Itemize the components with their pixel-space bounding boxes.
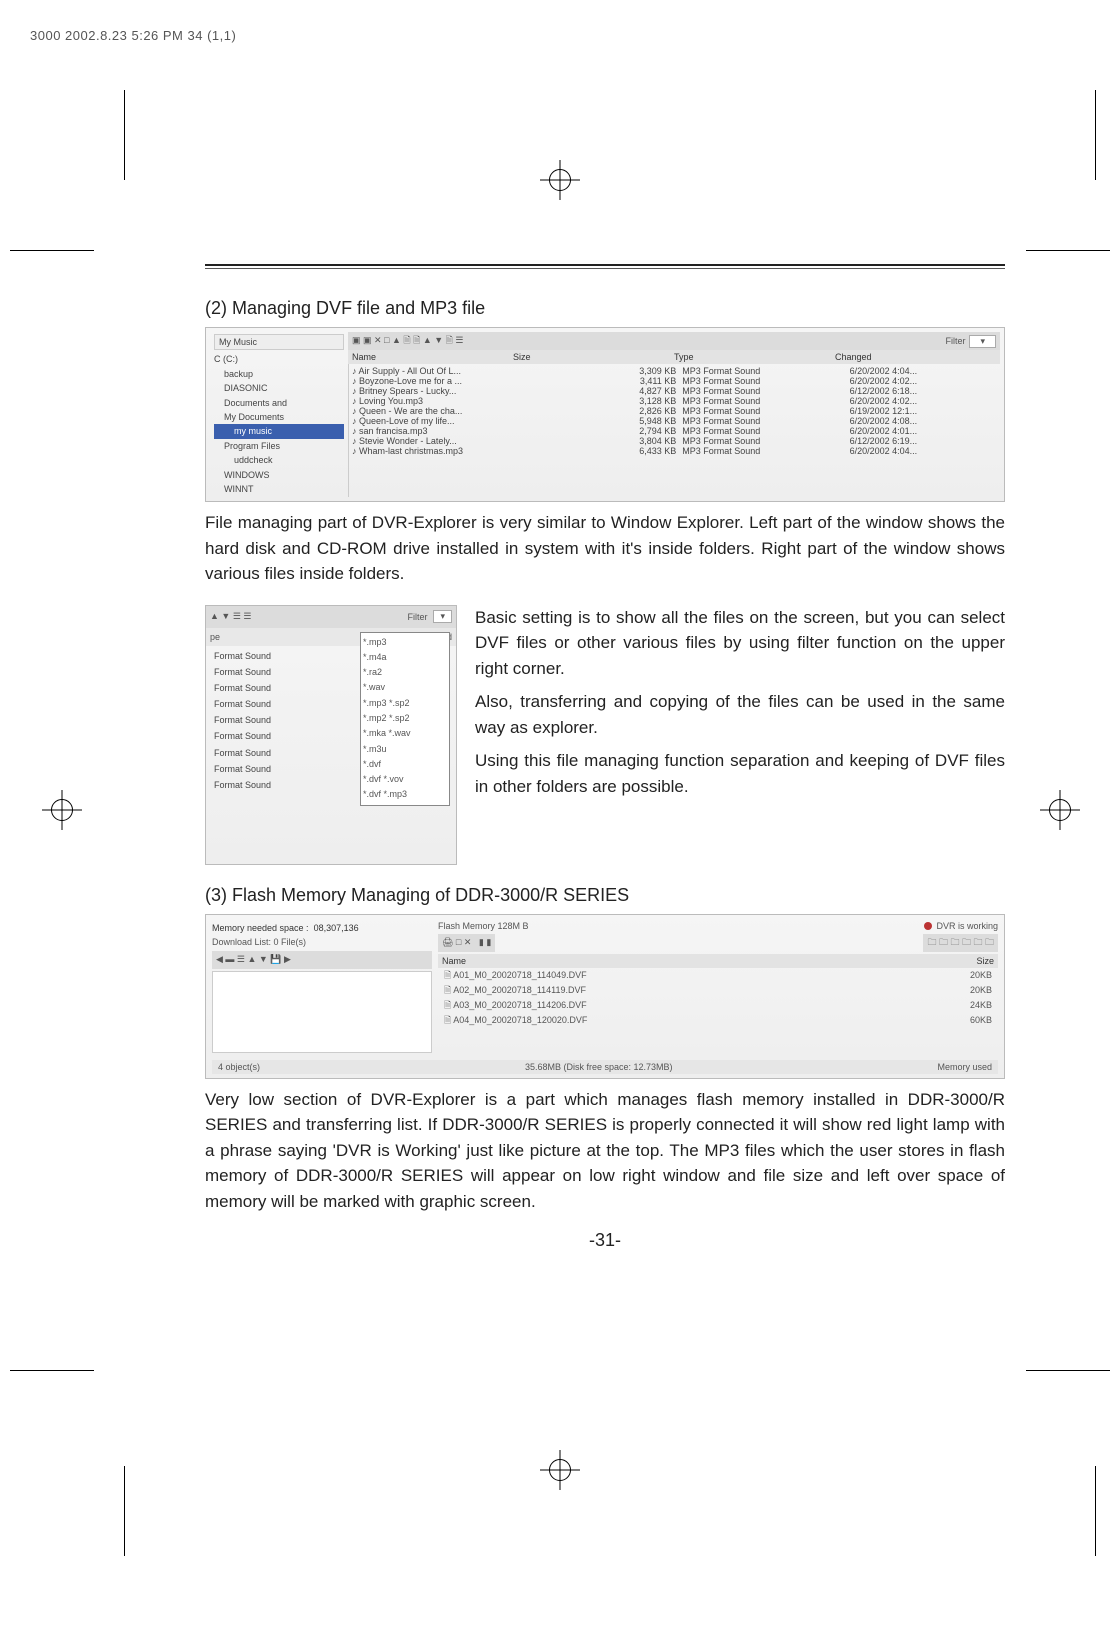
filter-option[interactable]: *.dvf (363, 757, 447, 772)
tree-root: C (C:) (214, 352, 344, 366)
filter-option[interactable]: *.mka *.wav (363, 726, 447, 741)
column-headers: Name Size (438, 954, 998, 968)
toolbar: ▣ ▣ ✕ □ ▲ 🗎 🗎 ▲ ▼ 🗎 ☰ Filter ▾ (348, 332, 1000, 350)
tree-item: Program Files (214, 439, 344, 453)
file-list: ▣ ▣ ✕ □ ▲ 🗎 🗎 ▲ ▼ 🗎 ☰ Filter ▾ Name Size… (348, 332, 1000, 497)
panel-title: Flash Memory 128M B (438, 921, 529, 931)
tree-item: Documents and (214, 396, 344, 410)
file-row: 🗎 A01_M0_20020718_114049.DVF20KB (438, 968, 998, 983)
body-paragraph: File managing part of DVR-Explorer is ve… (205, 510, 1005, 587)
horizontal-rule (205, 264, 1005, 266)
crop-mark (1026, 1370, 1110, 1371)
filter-label: Filter (945, 336, 965, 346)
status-bar: 4 object(s) 35.68MB (Disk free space: 12… (212, 1060, 998, 1074)
screenshot-filter: ▲ ▼ ☰ ☰ Filter ▾ pe Changed Format Sound… (205, 605, 457, 865)
mini-toolbar: ▲ ▼ ☰ ☰ Filter ▾ (206, 606, 456, 628)
body-paragraph: Also, transferring and copying of the fi… (475, 689, 1005, 740)
horizontal-rule (205, 268, 1005, 269)
registration-mark (1040, 790, 1080, 830)
file-row: ♪ san francisa.mp32,794 KBMP3 Format Sou… (348, 426, 1000, 436)
tree-item: uddcheck (214, 453, 344, 467)
label: Memory needed space : (212, 923, 309, 933)
dvr-status: DVR is working (924, 921, 998, 931)
tree-item: WINNT (214, 482, 344, 496)
object-count: 4 object(s) (218, 1062, 260, 1072)
tree-item-selected: my music (214, 424, 344, 438)
screenshot-flash-memory: Memory needed space : 08,307,136 Downloa… (205, 914, 1005, 1079)
disk-space: 35.68MB (Disk free space: 12.73MB) (525, 1062, 673, 1072)
filter-label: Filter (407, 612, 427, 622)
tree-item: WINDOWS (214, 468, 344, 482)
folder-buttons: 🗀 🗀 🗀 🗀 🗀 🗀 (923, 934, 998, 952)
file-row: ♪ Wham-last christmas.mp36,433 KBMP3 For… (348, 446, 1000, 456)
filter-option[interactable]: *.mp3 *.sp2 (363, 696, 447, 711)
page-number: -31- (205, 1230, 1005, 1251)
value: 08,307,136 (314, 923, 359, 933)
tree-item: My Documents (214, 410, 344, 424)
file-row: ♪ Loving You.mp33,128 KBMP3 Format Sound… (348, 396, 1000, 406)
file-row: ♪ Air Supply - All Out Of L...3,309 KBMP… (348, 366, 1000, 376)
crop-mark (124, 90, 125, 180)
filter-popup[interactable]: *.mp3*.m4a*.ra2*.wav*.mp3 *.sp2*.mp2 *.s… (360, 632, 450, 806)
column-headers: Name Size Type Changed (348, 350, 1000, 364)
crop-mark (124, 1466, 125, 1556)
crop-mark (1026, 250, 1110, 251)
filter-option[interactable]: *.m3u (363, 742, 447, 757)
crop-mark (10, 1370, 94, 1371)
crop-mark (1095, 1466, 1096, 1556)
folder-tree: My Music C (C:) backup DIASONIC Document… (210, 332, 349, 497)
filter-option[interactable]: *.mp3 (363, 635, 447, 650)
memory-used: Memory used (937, 1062, 992, 1072)
file-row: 🗎 A04_M0_20020718_120020.DVF60KB (438, 1013, 998, 1028)
tree-dropdown: My Music (214, 334, 344, 350)
filter-dropdown[interactable]: ▾ (969, 335, 996, 348)
file-row: ♪ Queen-Love of my life...5,948 KBMP3 Fo… (348, 416, 1000, 426)
tree-item: backup (214, 367, 344, 381)
file-row: 🗎 A03_M0_20020718_114206.DVF24KB (438, 998, 998, 1013)
crop-mark (10, 250, 94, 251)
mini-toolbar: 🖨 □ ✕ ▮ ▮ (438, 934, 495, 952)
filter-option[interactable]: *.mp2 *.sp2 (363, 711, 447, 726)
file-row: ♪ Stevie Wonder - Lately...3,804 KBMP3 F… (348, 436, 1000, 446)
filter-option[interactable]: *.ra2 (363, 665, 447, 680)
file-row: ♪ Boyzone-Love me for a ...3,411 KBMP3 F… (348, 376, 1000, 386)
section-title: (3) Flash Memory Managing of DDR-3000/R … (205, 885, 1005, 906)
filter-option[interactable]: *.m4a (363, 650, 447, 665)
section-title: (2) Managing DVF file and MP3 file (205, 298, 1005, 319)
tree-item: DIASONIC (214, 381, 344, 395)
file-row: 🗎 A02_M0_20020718_114119.DVF20KB (438, 983, 998, 998)
filter-option[interactable]: *.dvf *.vov (363, 772, 447, 787)
body-paragraph: Using this file managing function separa… (475, 748, 1005, 799)
registration-mark (540, 1450, 580, 1490)
print-header: 3000 2002.8.23 5:26 PM 34 (1,1) (30, 28, 236, 43)
screenshot-explorer: My Music C (C:) backup DIASONIC Document… (205, 327, 1005, 502)
body-paragraph: Basic setting is to show all the files o… (475, 605, 1005, 682)
filter-option[interactable]: *.dvf *.mp3 (363, 787, 447, 802)
filter-option[interactable]: *.wav (363, 680, 447, 695)
registration-mark (42, 790, 82, 830)
file-row: ♪ Queen - We are the cha...2,826 KBMP3 F… (348, 406, 1000, 416)
registration-mark (540, 160, 580, 200)
mini-toolbar: ◀ ▬ ☰ ▲ ▼ 💾 ▶ (212, 951, 432, 969)
download-label: Download List: 0 File(s) (212, 937, 432, 947)
right-panel: Flash Memory 128M B DVR is working 🖨 □ ✕… (438, 921, 998, 1072)
file-row: ♪ Britney Spears - Lucky...4,827 KBMP3 F… (348, 386, 1000, 396)
crop-mark (1095, 90, 1096, 180)
filter-dropdown[interactable]: ▾ (433, 610, 452, 623)
download-list-empty (212, 971, 432, 1053)
left-panel: Memory needed space : 08,307,136 Downloa… (212, 921, 432, 1072)
body-paragraph: Very low section of DVR-Explorer is a pa… (205, 1087, 1005, 1215)
